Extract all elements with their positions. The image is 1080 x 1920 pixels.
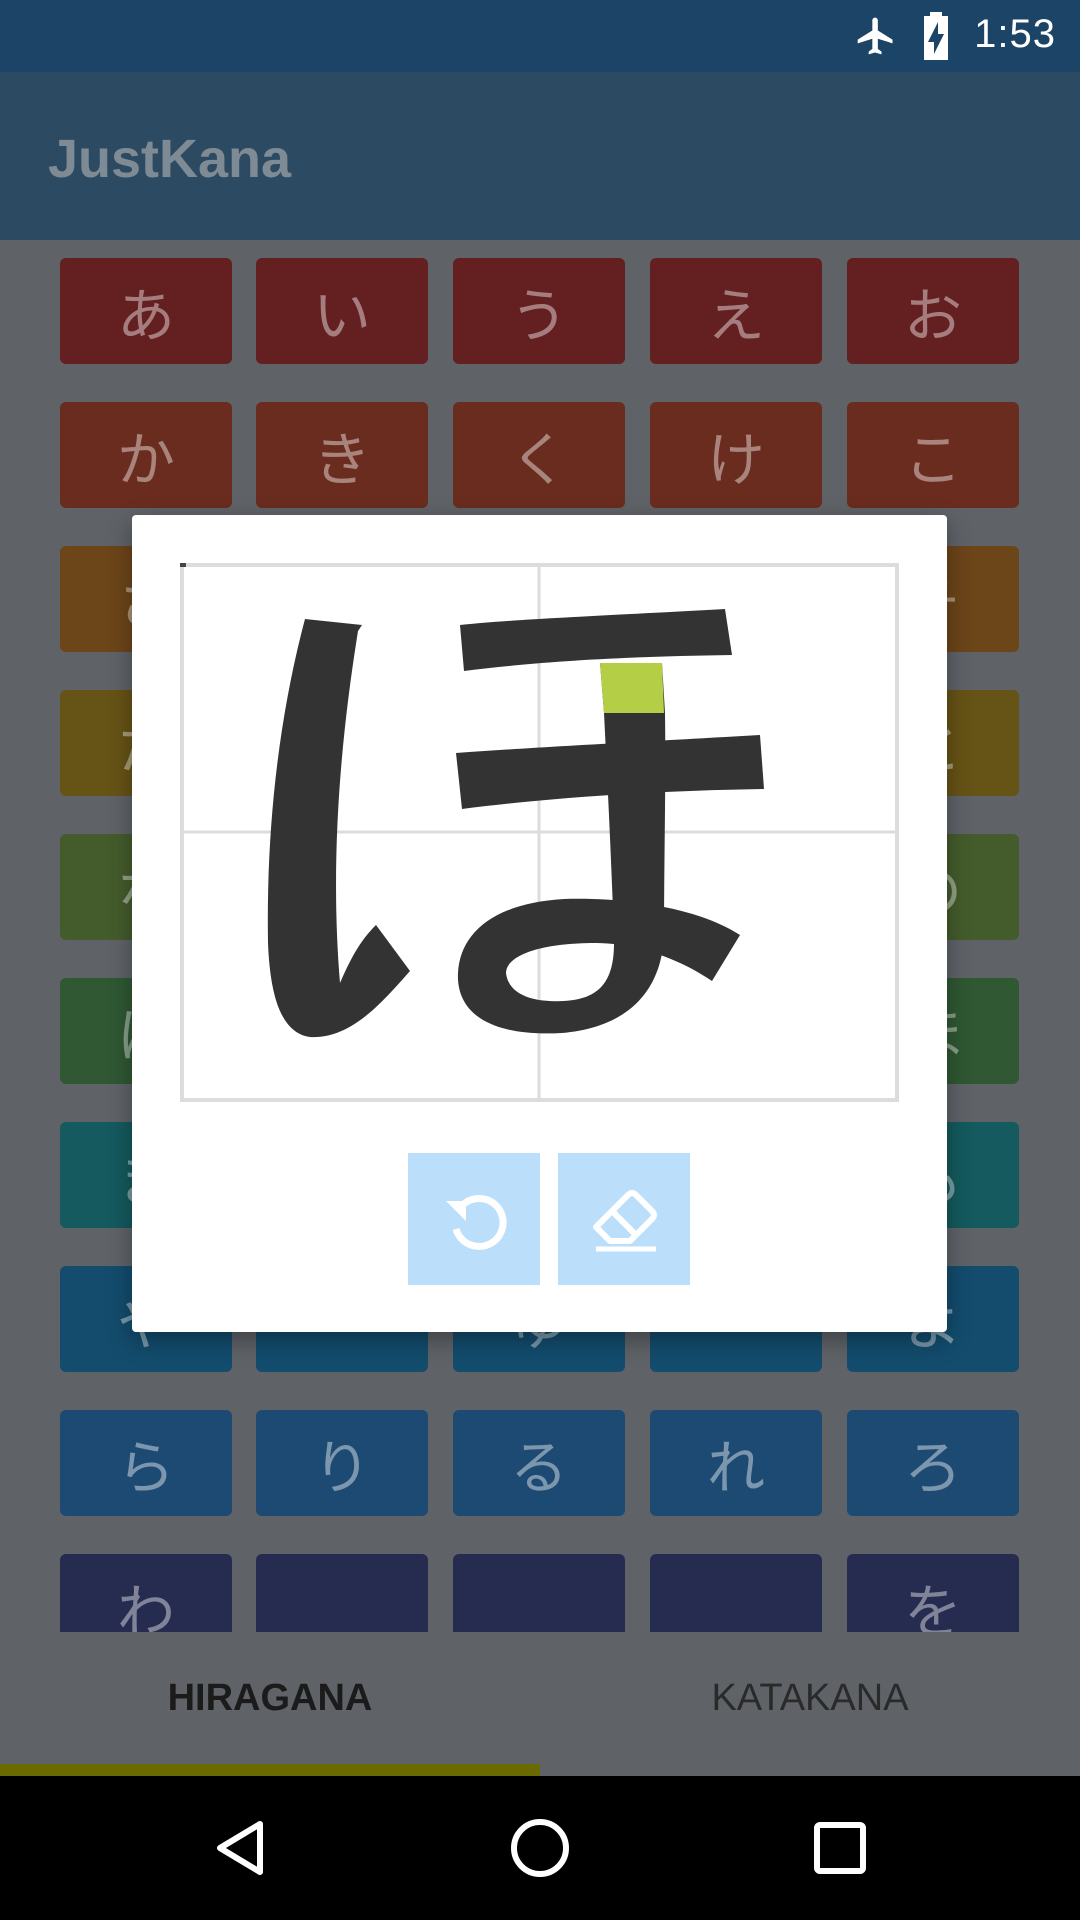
status-bar: 1:53 (0, 0, 1080, 72)
kana-button[interactable] (453, 1554, 625, 1632)
kana-button[interactable]: き (256, 402, 428, 508)
kana-button[interactable] (650, 1554, 822, 1632)
kana-button[interactable]: ろ (847, 1410, 1019, 1516)
undo-icon (446, 1195, 507, 1250)
kana-button[interactable]: い (256, 258, 428, 364)
eraser-icon (593, 1190, 657, 1252)
kana-button[interactable]: ら (60, 1410, 232, 1516)
battery-charging-icon (924, 12, 948, 60)
kana-button[interactable]: か (60, 402, 232, 508)
kana-button[interactable]: け (650, 402, 822, 508)
kana-button[interactable]: を (847, 1554, 1019, 1632)
erase-button[interactable] (558, 1153, 690, 1285)
tab-katakana[interactable]: KATAKANA (540, 1632, 1080, 1764)
kana-button[interactable]: お (847, 258, 1019, 364)
kana-button[interactable]: わ (60, 1554, 232, 1632)
home-icon[interactable] (504, 1812, 576, 1884)
recents-icon[interactable] (804, 1812, 876, 1884)
kana-button[interactable]: あ (60, 258, 232, 364)
clock-text: 1:53 (974, 12, 1056, 56)
tab-hiragana[interactable]: HIRAGANA (0, 1632, 540, 1764)
drawing-canvas[interactable] (180, 563, 899, 1102)
app-bar: JustKana (0, 72, 1080, 240)
tab-selection-indicator (0, 1764, 540, 1776)
kana-button[interactable]: れ (650, 1410, 822, 1516)
kana-button[interactable]: る (453, 1410, 625, 1516)
undo-button[interactable] (408, 1153, 540, 1285)
stroke-order-dialog (132, 515, 947, 1332)
tab-bar: HIRAGANA KATAKANA (0, 1632, 1080, 1776)
back-icon[interactable] (204, 1812, 276, 1884)
kana-button[interactable]: く (453, 402, 625, 508)
kana-button[interactable]: う (453, 258, 625, 364)
kana-button[interactable]: え (650, 258, 822, 364)
airplane-mode-icon (857, 17, 893, 55)
system-nav-bar (0, 1776, 1080, 1920)
kana-button[interactable] (256, 1554, 428, 1632)
kana-button[interactable]: り (256, 1410, 428, 1516)
app-title: JustKana (48, 129, 292, 189)
kana-button[interactable]: こ (847, 402, 1019, 508)
